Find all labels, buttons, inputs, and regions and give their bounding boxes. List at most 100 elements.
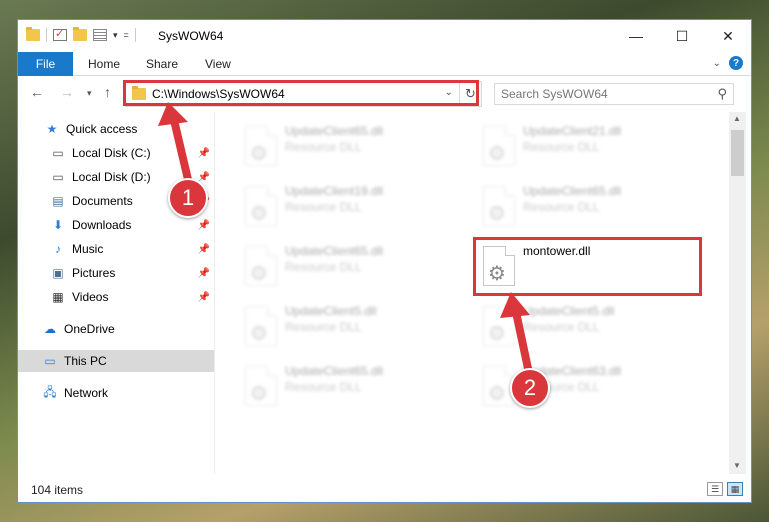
properties-icon[interactable] [93, 29, 107, 41]
sidebar-item-network[interactable]: 🖧 Network [18, 382, 214, 404]
pin-icon[interactable]: 📌 [198, 220, 210, 231]
pin-icon[interactable]: 📌 [198, 244, 210, 255]
search-box[interactable]: ⚲ [494, 83, 734, 105]
file-item-montower[interactable]: ⚙ montower.dll [473, 240, 693, 296]
large-icons-view-icon[interactable]: ▦ [727, 482, 743, 496]
file-name: UpdateClient5.dll [523, 304, 615, 318]
up-arrow-icon[interactable]: ↑ [104, 84, 111, 100]
sidebar-item-label: Local Disk (C:) [72, 146, 151, 160]
chevron-down-icon[interactable]: ⌄ [445, 87, 453, 98]
file-list: ⚙ UpdateClient65.dll Resource DLL ⚙ Upda… [215, 112, 729, 474]
file-item[interactable]: ⚙ UpdateClient5.dll Resource DLL [235, 300, 455, 356]
gear-icon: ⚙ [250, 323, 268, 345]
expand-ribbon-icon[interactable]: ⌄ [713, 58, 721, 69]
documents-icon: ▤ [52, 194, 64, 208]
sidebar-item-quick-access[interactable]: ★ Quick access [18, 118, 214, 140]
dll-file-icon: ⚙ [245, 246, 277, 286]
address-path[interactable]: C:\Windows\SysWOW64 [152, 87, 285, 101]
tab-share[interactable]: Share [146, 52, 178, 76]
file-type: Resource DLL [285, 200, 362, 214]
file-item[interactable]: ⚙ UpdateClient65.dll Resource DLL [235, 240, 455, 296]
search-icon[interactable]: ⚲ [717, 86, 727, 102]
minimize-button[interactable]: — [613, 20, 659, 52]
address-bar[interactable]: C:\Windows\SysWOW64 ⌄ ↻ [125, 81, 482, 107]
file-item[interactable]: ⚙ UpdateClient21.dll Resource DLL [473, 120, 693, 176]
sidebar-item-label: Documents [72, 194, 133, 208]
refresh-icon[interactable]: ↻ [459, 82, 481, 106]
scroll-down-icon[interactable]: ▼ [733, 461, 741, 470]
sidebar-item-this-pc[interactable]: ▭ This PC [18, 350, 214, 372]
pin-icon[interactable]: 📌 [198, 148, 210, 159]
cloud-icon: ☁ [44, 322, 56, 336]
sidebar-item-videos[interactable]: ▦ Videos 📌 [18, 286, 214, 308]
sidebar-item-onedrive[interactable]: ☁ OneDrive [18, 318, 214, 340]
search-input[interactable] [501, 87, 701, 101]
file-item[interactable]: ⚙ UpdateClient65.dll Resource DLL [235, 120, 455, 176]
gear-icon: ⚙ [250, 203, 268, 225]
gear-icon: ⚙ [250, 263, 268, 285]
scroll-up-icon[interactable]: ▲ [733, 114, 741, 123]
sidebar-item-label: Local Disk (D:) [72, 170, 151, 184]
new-folder-icon[interactable] [73, 27, 87, 41]
dll-file-icon: ⚙ [245, 126, 277, 166]
music-icon: ♪ [55, 242, 61, 256]
pin-icon[interactable]: 📌 [198, 268, 210, 279]
close-button[interactable]: ✕ [705, 20, 751, 52]
view-toggle: ☰ ▦ [707, 482, 743, 496]
dll-file-icon: ⚙ [245, 366, 277, 406]
forward-arrow-icon[interactable]: → [60, 84, 74, 100]
file-name: UpdateClient65.dll [285, 124, 384, 138]
file-name: montower.dll [523, 244, 591, 258]
pictures-icon: ▣ [52, 266, 64, 280]
customize-toolbar-icon[interactable]: = [124, 30, 129, 40]
sidebar-item-label: Videos [72, 290, 109, 304]
scrollbar-thumb[interactable] [731, 130, 744, 176]
properties-check-icon[interactable] [53, 27, 67, 41]
file-item[interactable]: ⚙ UpdateClient65.dll Resource DLL [235, 360, 455, 416]
window-title: SysWOW64 [158, 29, 224, 43]
star-icon: ★ [46, 122, 58, 136]
sidebar-item-label: Pictures [72, 266, 116, 280]
tab-home[interactable]: Home [88, 52, 120, 76]
dll-file-icon: ⚙ [483, 186, 515, 226]
file-name: UpdateClient21.dll [523, 124, 622, 138]
details-view-icon[interactable]: ☰ [707, 482, 723, 496]
file-item[interactable]: ⚙ UpdateClient5.dll Resource DLL [473, 300, 693, 356]
recent-locations-icon[interactable]: ▾ [87, 88, 92, 99]
chevron-down-icon[interactable]: ▾ [113, 30, 118, 41]
maximize-button[interactable]: ☐ [659, 20, 705, 52]
toolbar-divider [134, 28, 136, 42]
navigation-bar: ← → ▾ ↑ C:\Windows\SysWOW64 ⌄ ↻ ⚲ [18, 80, 751, 108]
download-icon: ⬇ [52, 218, 64, 232]
file-type: Resource DLL [523, 140, 600, 154]
callout-badge-1: 1 [168, 178, 208, 218]
file-name: UpdateClient5.dll [285, 304, 377, 318]
status-bar: 104 items ☰ ▦ [18, 478, 751, 502]
back-arrow-icon[interactable]: ← [30, 84, 44, 100]
sidebar-item-label: Quick access [66, 122, 138, 136]
pin-icon[interactable]: 📌 [198, 292, 210, 303]
toolbar-divider [46, 28, 47, 42]
file-name: UpdateClient65.dll [523, 184, 622, 198]
drive-icon: ▭ [52, 170, 64, 184]
file-type: Resource DLL [523, 200, 600, 214]
ribbon-tabs: File Home Share View ⌄ ? [18, 52, 751, 76]
tab-view[interactable]: View [205, 52, 231, 76]
sidebar-item-music[interactable]: ♪ Music 📌 [18, 238, 214, 260]
dll-file-icon: ⚙ [483, 306, 515, 346]
title-bar: ▾ = SysWOW64 — ☐ ✕ [18, 20, 751, 52]
sidebar-item-label: This PC [64, 354, 107, 368]
file-type: Resource DLL [285, 140, 362, 154]
sidebar-item-pictures[interactable]: ▣ Pictures 📌 [18, 262, 214, 284]
file-type: Resource DLL [285, 260, 362, 274]
file-item[interactable]: ⚙ UpdateClient65.dll Resource DLL [473, 180, 693, 236]
help-icon[interactable]: ? [729, 56, 743, 70]
gear-icon: ⚙ [488, 143, 506, 165]
videos-icon: ▦ [52, 290, 64, 304]
tab-file[interactable]: File [18, 52, 73, 76]
vertical-scrollbar[interactable]: ▲ ▼ [729, 112, 746, 474]
sidebar-item-label: Network [64, 386, 109, 400]
file-item[interactable]: ⚙ UpdateClient63.dll Resource DLL [473, 360, 693, 416]
sidebar-item-local-disk-c[interactable]: ▭ Local Disk (C:) 📌 [18, 142, 214, 164]
file-item[interactable]: ⚙ UpdateClient19.dll Resource DLL [235, 180, 455, 236]
